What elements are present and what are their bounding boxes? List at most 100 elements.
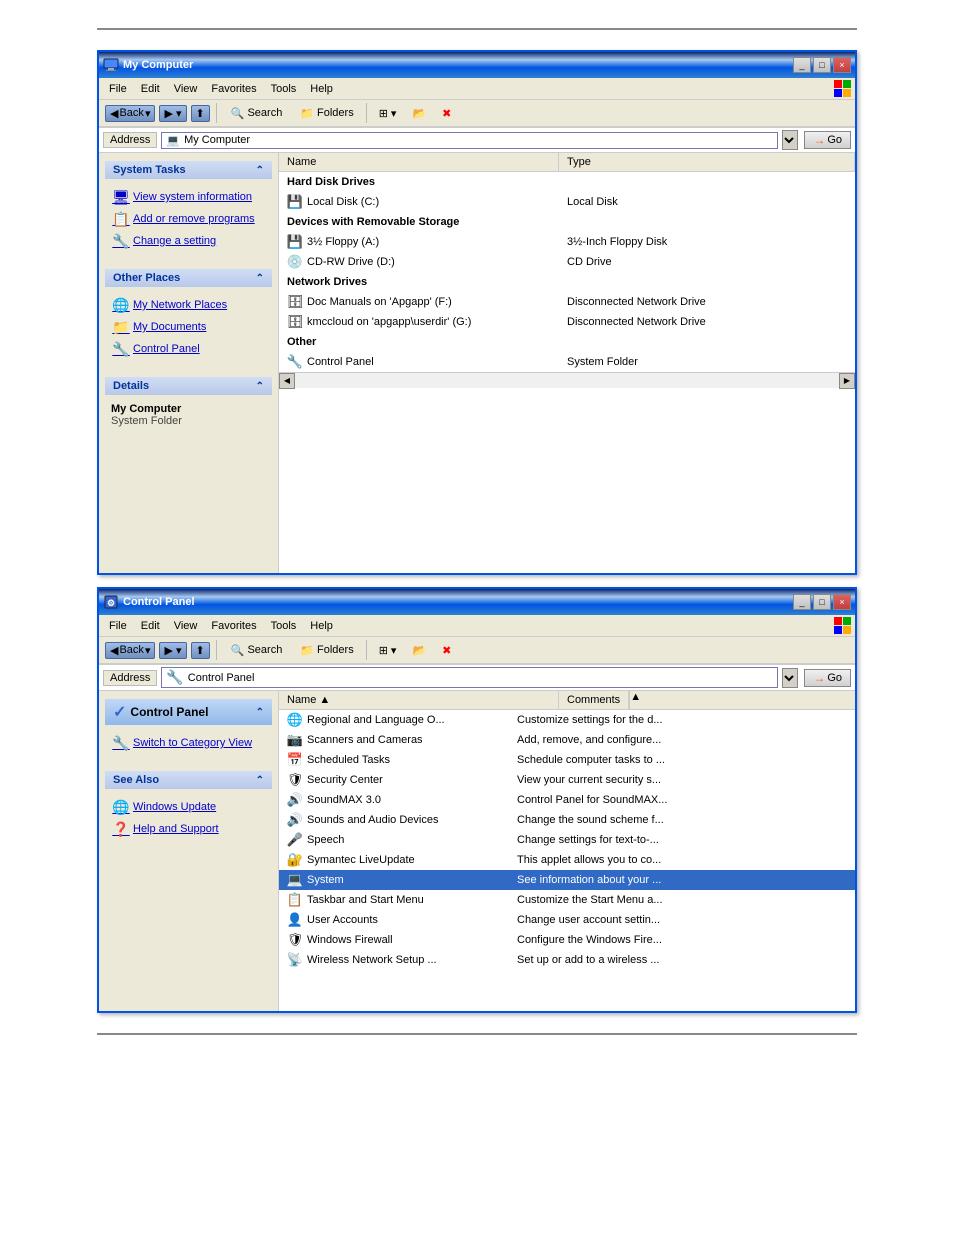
cp-address-dropdown[interactable]: ▾ [782,668,798,688]
my-network-places-link[interactable]: 🌐 My Network Places [111,295,266,315]
local-disk-type: Local Disk [559,195,855,209]
add-remove-programs-link[interactable]: 📋 Add or remove programs [111,209,266,229]
see-also-header[interactable]: See Also ⌃ [105,771,272,789]
cp-item-sounds[interactable]: 🔊 Sounds and Audio Devices Change the so… [279,810,855,830]
view-button[interactable]: ⊞ ▾ [373,105,403,122]
cp-menu-edit[interactable]: Edit [135,618,166,634]
cdrw-icon: 💿 [287,254,303,270]
other-places-header[interactable]: Other Places ⌃ [105,269,272,287]
maximize-button[interactable]: □ [813,57,831,73]
doc-manuals-row[interactable]: 🗄 Doc Manuals on 'Apgapp' (F:) Disconnec… [279,292,855,312]
control-panel-row[interactable]: 🔧 Control Panel System Folder [279,352,855,372]
cp-item-user-accounts[interactable]: 👤 User Accounts Change user account sett… [279,910,855,930]
folders-button[interactable]: 📁 Folders [294,105,359,122]
cp-name-col-label: Name [287,694,316,706]
cp-scanners-name: 📷 Scanners and Cameras [279,731,509,749]
back-button[interactable]: ◀ Back ▾ [105,105,155,122]
cp-item-regional[interactable]: 🌐 Regional and Language O... Customize s… [279,710,855,730]
go-button[interactable]: → Go [804,131,851,149]
system-tasks-content: 🖥 View system information 📋 Add or remov… [105,183,272,257]
close-button[interactable]: × [833,57,851,73]
cp-address-input[interactable]: 🔧 Control Panel [161,667,778,688]
cp-panel-header[interactable]: ✓ Control Panel ⌃ [105,699,272,725]
cp-item-wireless[interactable]: 📡 Wireless Network Setup ... Set up or a… [279,950,855,970]
cp-up-button[interactable]: ⬆ [191,642,210,659]
view-system-info-link[interactable]: 🖥 View system information [111,187,266,207]
scroll-right-button[interactable]: ▶ [839,373,855,389]
menu-tools[interactable]: Tools [265,81,303,97]
cp-comments-column-header[interactable]: Comments [559,691,629,709]
cp-item-taskbar[interactable]: 📋 Taskbar and Start Menu Customize the S… [279,890,855,910]
other-places-title: Other Places [113,272,180,284]
network-drives-label: Network Drives [287,276,367,288]
cp-checkmark-icon: ✓ [113,702,126,722]
cp-folders-button[interactable]: 📁 Folders [294,642,359,659]
menu-view[interactable]: View [168,81,204,97]
menu-file[interactable]: File [103,81,133,97]
type-col-label: Type [567,156,591,168]
local-disk-row[interactable]: 💾 Local Disk (C:) Local Disk [279,192,855,212]
cp-item-symantec[interactable]: 🔐 Symantec LiveUpdate This applet allows… [279,850,855,870]
cp-item-speech[interactable]: 🎤 Speech Change settings for text-to-... [279,830,855,850]
cp-menu-tools[interactable]: Tools [265,618,303,634]
forward-button[interactable]: ▶ ▾ [159,105,186,122]
add-remove-label: Add or remove programs [133,213,255,225]
cp-title: Control Panel [123,596,195,608]
cdrw-row[interactable]: 💿 CD-RW Drive (D:) CD Drive [279,252,855,272]
left-panel: System Tasks ⌃ 🖥 View system information… [99,153,279,573]
cp-view-button[interactable]: ⊞ ▾ [373,642,403,659]
scroll-left-button[interactable]: ◀ [279,373,295,389]
move-to-button[interactable]: 📂 [406,105,432,122]
cp-item-scanners[interactable]: 📷 Scanners and Cameras Add, remove, and … [279,730,855,750]
cp-item-system[interactable]: 💻 System See information about your ... [279,870,855,890]
help-and-support-link[interactable]: ❓ Help and Support [111,819,266,839]
cp-maximize-button[interactable]: □ [813,594,831,610]
cp-back-dropdown-icon: ▾ [145,644,151,657]
address-dropdown[interactable]: ▾ [782,130,798,150]
cp-minimize-button[interactable]: _ [793,594,811,610]
menu-edit[interactable]: Edit [135,81,166,97]
cp-item-scheduled[interactable]: 📅 Scheduled Tasks Schedule computer task… [279,750,855,770]
cp-back-button[interactable]: ◀ Back ▾ [105,642,155,659]
delete-button[interactable]: ✖ [436,105,457,122]
my-documents-link[interactable]: 📁 My Documents [111,317,266,337]
menu-favorites[interactable]: Favorites [205,81,262,97]
cp-item-security[interactable]: 🛡 Security Center View your current secu… [279,770,855,790]
name-column-header[interactable]: Name [279,153,559,171]
type-column-header[interactable]: Type [559,153,855,171]
cp-scroll-up-header[interactable]: ▲ [629,691,645,709]
system-tasks-header[interactable]: System Tasks ⌃ [105,161,272,179]
details-header[interactable]: Details ⌃ [105,377,272,395]
menu-help[interactable]: Help [304,81,339,97]
search-button[interactable]: 🔍 Search [223,105,291,122]
control-panel-link[interactable]: 🔧 Control Panel [111,339,266,359]
up-button[interactable]: ⬆ [191,105,210,122]
cp-forward-arrow-icon: ▶ [164,645,172,657]
address-input[interactable]: 💻 My Computer [161,132,778,149]
switch-to-category-link[interactable]: 🔧 Switch to Category View [111,733,266,753]
cp-search-button[interactable]: 🔍 Search [223,642,291,659]
scroll-track[interactable] [295,373,839,388]
floppy-row[interactable]: 💾 3½ Floppy (A:) 3½-Inch Floppy Disk [279,232,855,252]
minimize-button[interactable]: _ [793,57,811,73]
cp-menu-file[interactable]: File [103,618,133,634]
cp-menu-view[interactable]: View [168,618,204,634]
kmccloud-row[interactable]: 🗄 kmccloud on 'apgapp\userdir' (G:) Disc… [279,312,855,332]
my-computer-title: My Computer [123,59,193,71]
cp-go-button[interactable]: → Go [804,669,851,687]
cp-item-firewall[interactable]: 🛡 Windows Firewall Configure the Windows… [279,930,855,950]
cp-move-button[interactable]: 📂 [406,642,432,659]
change-setting-link[interactable]: 🔧 Change a setting [111,231,266,251]
cp-item-soundmax[interactable]: 🔊 SoundMAX 3.0 Control Panel for SoundMA… [279,790,855,810]
windows-update-link[interactable]: 🌐 Windows Update [111,797,266,817]
cp-menu-favorites[interactable]: Favorites [205,618,262,634]
cp-close-button[interactable]: × [833,594,851,610]
cp-toolbar-sep-2 [366,640,367,660]
cp-menu-help[interactable]: Help [304,618,339,634]
cp-forward-button[interactable]: ▶ ▾ [159,642,186,659]
cp-delete-button[interactable]: ✖ [436,642,457,659]
cp-name-column-header[interactable]: Name ▲ [279,691,559,709]
cp-user-accounts-comment: Change user account settin... [509,913,855,927]
horizontal-scrollbar[interactable]: ◀ ▶ [279,372,855,388]
other-places-section: Other Places ⌃ 🌐 My Network Places 📁 My … [105,269,272,365]
